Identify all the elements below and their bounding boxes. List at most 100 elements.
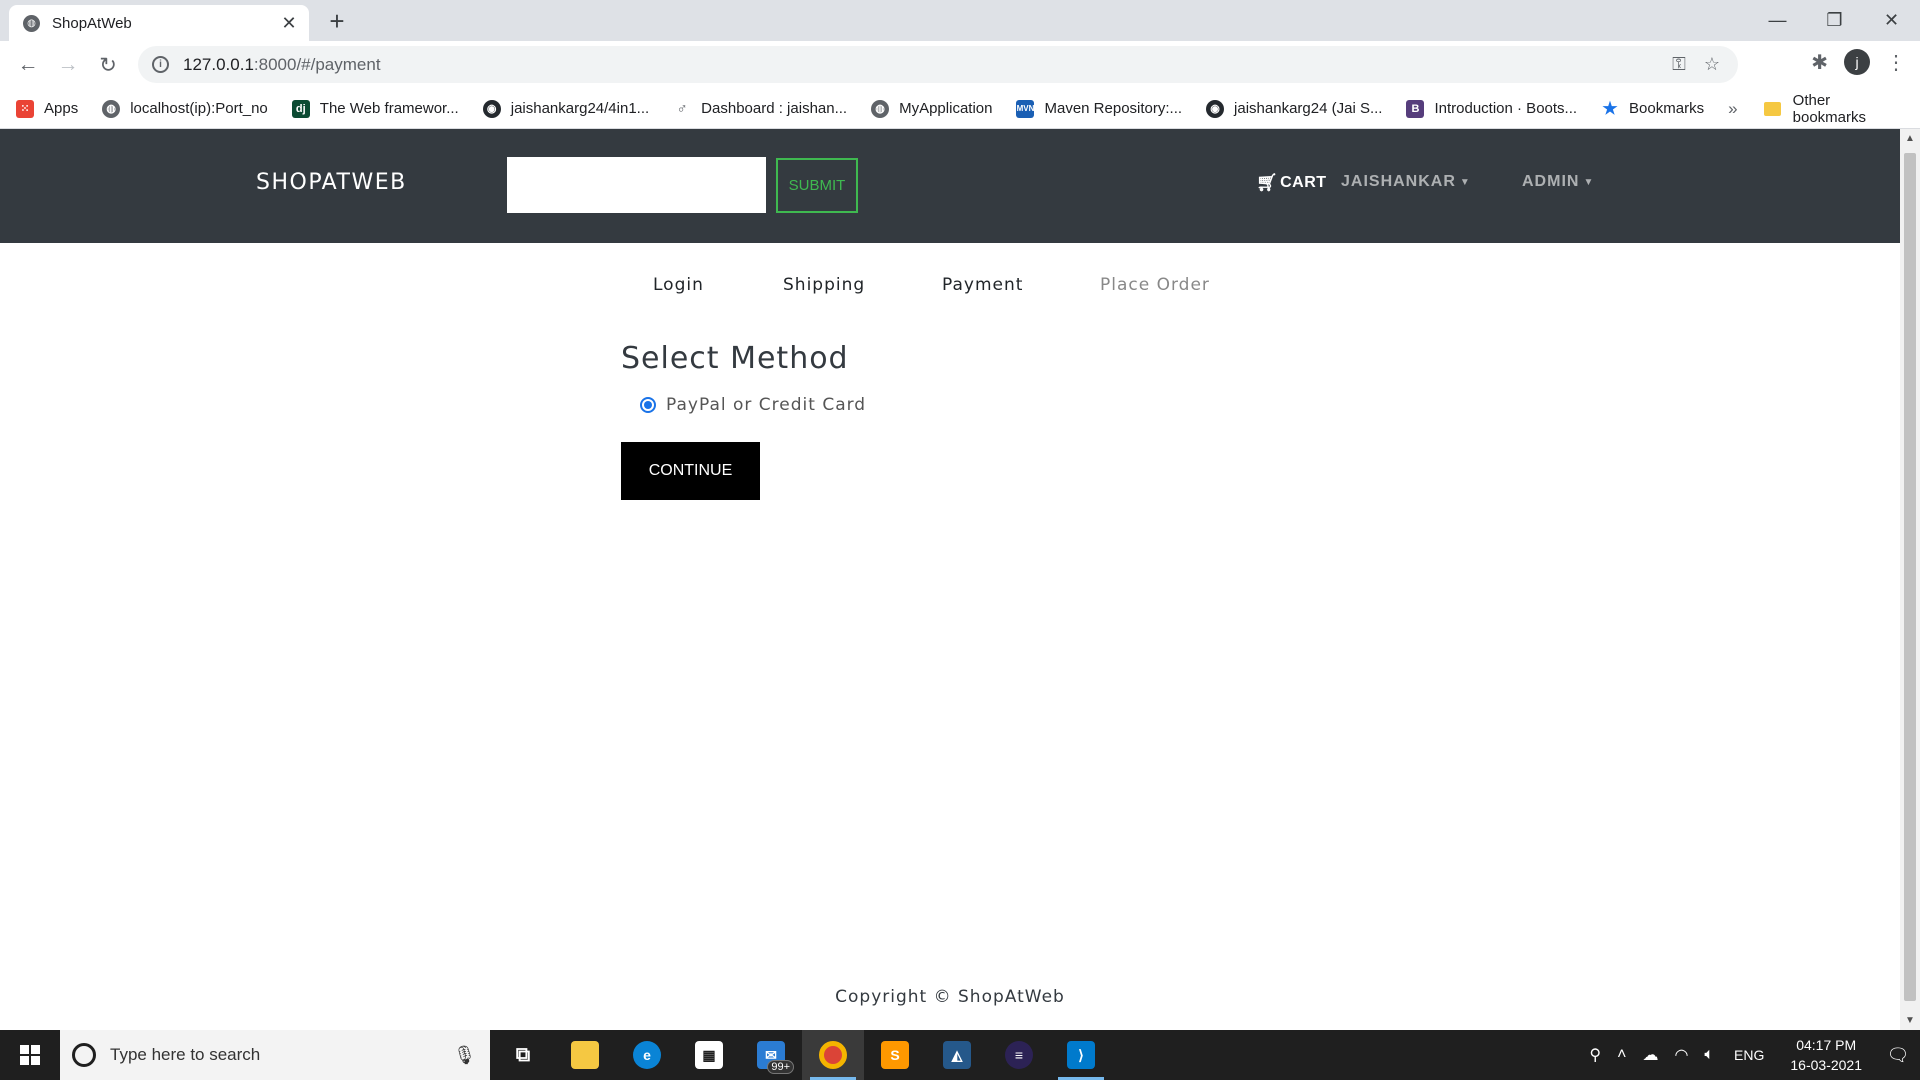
microphone-icon[interactable]: 🎙︎ [453,1045,476,1066]
forward-icon[interactable]: → [52,49,84,81]
task-view-button[interactable]: ⧉ [492,1030,554,1080]
chrome-icon [819,1041,847,1069]
scroll-up-icon[interactable]: ▲ [1905,133,1915,144]
paypal-radio-label[interactable]: PayPal or Credit Card [666,395,866,415]
bookmark-github-profile[interactable]: ◉ jaishankarg24 (Jai S... [1206,99,1383,118]
key-icon[interactable]: ⚿ [1672,54,1686,75]
web-page: SHOPATWEB SUBMIT 🛒︎ CART JAISHANKAR ▼ AD… [0,129,1900,1030]
bookmark-label: The Web framewor... [319,100,459,117]
bookmark-maven[interactable]: MVN Maven Repository:... [1016,99,1182,118]
bookmark-apps[interactable]: ⁙ Apps [16,99,78,118]
notification-center-icon[interactable]: 🗨︎ [1876,1030,1920,1080]
browser-menu-icon[interactable]: ⋮ [1886,50,1906,75]
windows-logo-icon [20,1045,40,1065]
more-bookmarks-chevron-icon[interactable]: » [1728,99,1737,119]
scrollbar-thumb[interactable] [1904,153,1916,1001]
paypal-radio[interactable] [640,397,656,413]
sublime-text-icon: S [881,1041,909,1069]
profile-avatar[interactable]: j [1844,49,1870,75]
vscode-button[interactable]: ⟩ [1050,1030,1112,1080]
back-icon[interactable]: ← [12,49,44,81]
cart-icon: 🛒︎ [1256,173,1279,192]
bookmark-django[interactable]: dj The Web framewor... [291,99,459,118]
submit-button[interactable]: SUBMIT [776,158,858,213]
browser-tab[interactable]: ◍ ShopAtWeb ✕ [9,5,309,41]
mysql-workbench-icon: ◭ [943,1041,971,1069]
step-login[interactable]: Login [653,275,704,295]
continue-button[interactable]: CONTINUE [621,442,760,500]
bookmark-star-icon[interactable]: ☆ [1704,54,1720,75]
bookmark-label: MyApplication [899,100,993,117]
bookmark-label: Dashboard : jaishan... [701,100,848,117]
user-dropdown-label: JAISHANKAR [1341,173,1456,190]
edge-button[interactable]: e [616,1030,678,1080]
payment-option-paypal[interactable]: PayPal or Credit Card [640,395,866,415]
url-text: 127.0.0.1:8000/#/payment [183,55,381,75]
cart-link[interactable]: 🛒︎ CART [1256,173,1327,193]
clock-date: 16-03-2021 [1790,1057,1862,1073]
mail-badge: 99+ [767,1060,794,1074]
folder-icon [1763,101,1781,116]
chrome-button[interactable] [802,1030,864,1080]
bookmark-bookmarks[interactable]: ★ Bookmarks [1601,99,1704,118]
store-button[interactable]: ▦ [678,1030,740,1080]
mail-button[interactable]: ✉ 99+ [740,1030,802,1080]
apps-grid-icon: ⁙ [16,99,34,118]
user-dropdown[interactable]: JAISHANKAR ▼ [1341,173,1471,191]
page-scrollbar[interactable]: ▲ ▼ [1900,129,1920,1030]
volume-icon[interactable]: 🔈︎ [1704,1046,1714,1064]
people-icon[interactable]: ⚲ [1589,1045,1601,1065]
bookmark-myapplication[interactable]: ◍ MyApplication [871,99,993,118]
restore-icon[interactable]: ❐ [1806,0,1863,41]
store-icon: ▦ [695,1041,723,1069]
language-indicator[interactable]: ENG [1734,1047,1764,1063]
close-window-icon[interactable]: ✕ [1863,0,1920,41]
page-title: Select Method [621,341,849,376]
other-bookmarks[interactable]: Other bookmarks [1763,92,1902,126]
vscode-icon: ⟩ [1067,1041,1095,1069]
scroll-down-icon[interactable]: ▼ [1905,1015,1915,1026]
show-hidden-icons-icon[interactable]: ˄ [1617,1046,1626,1064]
folder-icon [571,1041,599,1069]
reload-icon[interactable]: ↻ [92,49,124,81]
bookmark-bootstrap[interactable]: B Introduction · Boots... [1406,99,1577,118]
maven-icon: MVN [1016,99,1035,118]
bookmark-label: jaishankarg24 (Jai S... [1234,100,1383,117]
github-icon: ◉ [1206,99,1225,118]
bookmark-label: jaishankarg24/4in1... [510,100,650,117]
site-info-icon[interactable]: i [152,56,169,73]
admin-dropdown[interactable]: ADMIN ▼ [1522,173,1594,191]
clock-time: 04:17 PM [1796,1037,1857,1053]
clock[interactable]: 04:17 PM 16-03-2021 [1790,1035,1862,1075]
minimize-icon[interactable]: — [1749,0,1806,41]
windows-taskbar: Type here to search 🎙︎ ⧉ e ▦ ✉ 99+ S ◭ ≡ … [0,1030,1920,1080]
step-shipping[interactable]: Shipping [783,275,865,295]
bookmark-github-4in1[interactable]: ◉ jaishankarg24/4in1... [482,99,650,118]
close-tab-icon[interactable]: ✕ [279,13,299,34]
file-explorer-button[interactable] [554,1030,616,1080]
bookmark-jenkins-dashboard[interactable]: ♂ Dashboard : jaishan... [673,99,848,118]
step-place-order: Place Order [1100,275,1210,295]
new-tab-icon[interactable]: + [325,6,349,37]
globe-icon: ◍ [23,14,40,32]
address-bar[interactable]: i 127.0.0.1:8000/#/payment ⚿ ☆ [138,46,1738,83]
caret-down-icon: ▼ [1459,176,1471,188]
taskbar-apps: ⧉ e ▦ ✉ 99+ S ◭ ≡ ⟩ [492,1030,1112,1080]
site-navbar: SHOPATWEB SUBMIT 🛒︎ CART JAISHANKAR ▼ AD… [0,129,1900,243]
mysql-workbench-button[interactable]: ◭ [926,1030,988,1080]
eclipse-button[interactable]: ≡ [988,1030,1050,1080]
extensions-icon[interactable]: ✱ [1811,50,1828,75]
start-button[interactable] [0,1030,60,1080]
onedrive-icon[interactable]: ☁ [1642,1045,1658,1065]
sublime-button[interactable]: S [864,1030,926,1080]
search-input[interactable] [507,157,766,213]
globe-icon: ◍ [102,99,121,118]
site-brand[interactable]: SHOPATWEB [256,170,407,195]
taskbar-search[interactable]: Type here to search 🎙︎ [60,1030,490,1080]
wifi-icon[interactable]: ◠ [1674,1045,1688,1065]
browser-tab-strip: ◍ ShopAtWeb ✕ + — ❐ ✕ [0,0,1920,41]
bookmark-localhost[interactable]: ◍ localhost(ip):Port_no [102,99,268,118]
step-payment[interactable]: Payment [942,275,1023,295]
tab-title: ShopAtWeb [52,14,132,32]
django-icon: dj [291,99,310,118]
